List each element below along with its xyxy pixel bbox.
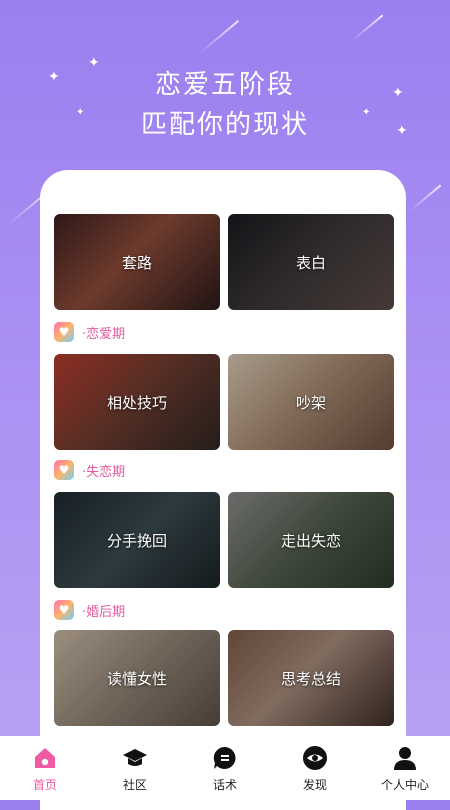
card-label: 套路: [121, 253, 152, 272]
card-biaobai[interactable]: 表白: [228, 214, 394, 310]
hero-banner: 恋爱五阶段 匹配你的现状 ✦ ✦ ✦ ✦ ✦ ✦: [0, 0, 450, 226]
tab-label: 话术: [212, 778, 237, 792]
section-header-love: ♥ ·恋爱期: [54, 322, 125, 342]
content-panel: 套路 表白 ♥ ·恋爱期 相处技巧 吵架 ♥ ·失恋期 分手挽回 走出失恋 ♥ …: [40, 170, 406, 810]
section-title: ·失恋期: [82, 464, 126, 480]
section-header-breakup: ♥ ·失恋期: [54, 460, 125, 480]
tab-home[interactable]: 首页: [5, 736, 85, 793]
sparkle-icon: ✦: [88, 55, 100, 71]
section-title: ·恋爱期: [82, 326, 126, 342]
heart-icon: ♥: [54, 460, 74, 480]
card-label: 思考总结: [280, 669, 341, 688]
heart-icon: ♥: [54, 322, 74, 342]
shooting-star: [199, 20, 239, 54]
card-chaojia[interactable]: 吵架: [228, 354, 394, 450]
person-icon: [391, 744, 419, 772]
shooting-star: [409, 184, 442, 212]
tab-profile[interactable]: 个人中心: [365, 736, 445, 793]
tab-scripts[interactable]: 话术: [185, 736, 265, 793]
chat-bubble-icon: [211, 744, 239, 772]
card-label: 表白: [295, 253, 326, 272]
tab-label: 个人中心: [380, 778, 429, 792]
card-label: 分手挽回: [106, 531, 167, 550]
card-dudong[interactable]: 读懂女性: [54, 630, 220, 726]
tab-discover[interactable]: 发现: [275, 736, 355, 793]
card-label: 相处技巧: [106, 393, 167, 412]
tab-label: 社区: [122, 778, 147, 792]
heart-icon: ♥: [54, 600, 74, 620]
eye-icon: [301, 744, 329, 772]
tab-community[interactable]: 社区: [95, 736, 175, 793]
card-fenshou[interactable]: 分手挽回: [54, 492, 220, 588]
section-header-married: ♥ ·婚后期: [54, 600, 125, 620]
sparkle-icon: ✦: [392, 85, 404, 101]
graduation-cap-icon: [121, 744, 149, 772]
hero-subtitle: 匹配你的现状: [140, 110, 309, 140]
shooting-star: [351, 14, 384, 42]
card-zouchu[interactable]: 走出失恋: [228, 492, 394, 588]
section-title: ·婚后期: [82, 604, 126, 620]
sparkle-icon: ✦: [48, 69, 60, 85]
sparkle-icon: ✦: [76, 107, 85, 118]
card-taolu[interactable]: 套路: [54, 214, 220, 310]
card-xiangchu[interactable]: 相处技巧: [54, 354, 220, 450]
sparkle-icon: ✦: [362, 107, 371, 118]
bottom-tab-bar: 首页 社区 话术 发现 个人中心: [0, 736, 450, 800]
hero-title: 恋爱五阶段: [154, 70, 295, 100]
sparkle-icon: ✦: [396, 123, 408, 139]
tab-label: 首页: [32, 778, 57, 792]
tab-label: 发现: [302, 778, 327, 792]
card-label: 读懂女性: [106, 669, 167, 688]
card-label: 吵架: [295, 393, 326, 412]
home-icon: [31, 744, 59, 772]
card-label: 走出失恋: [280, 531, 341, 550]
card-sikao[interactable]: 思考总结: [228, 630, 394, 726]
